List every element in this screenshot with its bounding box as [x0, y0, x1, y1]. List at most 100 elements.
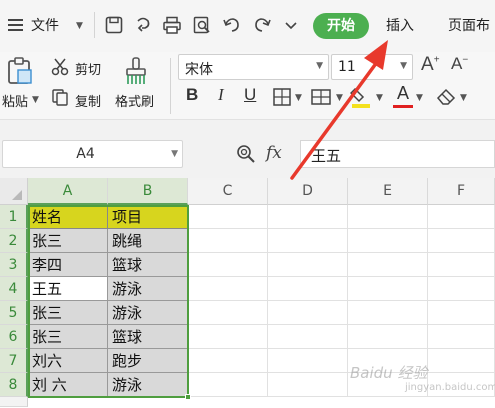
- tab-insert[interactable]: 插入: [386, 15, 414, 35]
- cell-a2[interactable]: 张三: [28, 229, 108, 253]
- row-header-3[interactable]: 3: [0, 253, 28, 277]
- underline-button[interactable]: U: [244, 85, 256, 105]
- save-icon[interactable]: [104, 15, 124, 35]
- zoom-icon[interactable]: [236, 144, 256, 164]
- format-painter-icon[interactable]: [123, 56, 149, 86]
- print-preview-icon[interactable]: [192, 15, 212, 35]
- cell-d4[interactable]: [268, 277, 348, 301]
- cell-a7[interactable]: 刘六: [28, 349, 108, 373]
- cell-d6[interactable]: [268, 325, 348, 349]
- redo-icon[interactable]: [252, 15, 272, 35]
- italic-button[interactable]: I: [218, 85, 224, 105]
- cut-icon[interactable]: [51, 58, 69, 76]
- shrink-font-button[interactable]: A−: [451, 54, 468, 74]
- fill-handle[interactable]: [185, 394, 191, 400]
- row-header-2[interactable]: 2: [0, 229, 28, 253]
- column-header-e[interactable]: E: [348, 178, 428, 205]
- row-header-5[interactable]: 5: [0, 301, 28, 325]
- font-name-select[interactable]: 宋体 ▼: [178, 54, 329, 80]
- cell-fill-icon[interactable]: [310, 87, 332, 107]
- border-icon[interactable]: [272, 87, 292, 107]
- cell-f1[interactable]: [428, 205, 495, 229]
- cell-b4[interactable]: 游泳: [108, 277, 188, 301]
- cell-f6[interactable]: [428, 325, 495, 349]
- cell-d2[interactable]: [268, 229, 348, 253]
- column-header-c[interactable]: C: [188, 178, 268, 205]
- cell-c8[interactable]: [188, 373, 268, 397]
- chevron-down-icon[interactable]: ▼: [460, 93, 467, 103]
- cell-e6[interactable]: [348, 325, 428, 349]
- cell-d1[interactable]: [268, 205, 348, 229]
- undo-history-icon[interactable]: [133, 15, 153, 35]
- cell-b1[interactable]: 项目: [108, 205, 188, 229]
- cell-c6[interactable]: [188, 325, 268, 349]
- undo-icon[interactable]: [222, 15, 242, 35]
- column-header-f[interactable]: F: [428, 178, 495, 205]
- chevron-down-icon[interactable]: ▼: [416, 93, 423, 103]
- cell-a5[interactable]: 张三: [28, 301, 108, 325]
- dropdown-icon[interactable]: [281, 15, 301, 35]
- tab-home[interactable]: 开始: [313, 13, 369, 39]
- cell-c2[interactable]: [188, 229, 268, 253]
- cell-a8[interactable]: 刘 六: [28, 373, 108, 397]
- hamburger-icon[interactable]: [8, 19, 23, 31]
- column-header-b[interactable]: B: [108, 178, 188, 205]
- row-header-partial[interactable]: [0, 397, 28, 407]
- cell-b5[interactable]: 游泳: [108, 301, 188, 325]
- cell-d7[interactable]: [268, 349, 348, 373]
- cell-c4[interactable]: [188, 277, 268, 301]
- cell-e2[interactable]: [348, 229, 428, 253]
- chevron-down-icon[interactable]: ▼: [336, 93, 343, 103]
- column-header-d[interactable]: D: [268, 178, 348, 205]
- cell-d3[interactable]: [268, 253, 348, 277]
- cell-c5[interactable]: [188, 301, 268, 325]
- formula-input[interactable]: 王五: [300, 140, 495, 168]
- print-icon[interactable]: [162, 15, 182, 35]
- chevron-down-icon[interactable]: ▼: [171, 149, 178, 159]
- copy-button[interactable]: 复制: [75, 91, 101, 110]
- cell-d8[interactable]: [268, 373, 348, 397]
- fx-icon[interactable]: fx: [266, 143, 282, 163]
- cell-f3[interactable]: [428, 253, 495, 277]
- row-header-6[interactable]: 6: [0, 325, 28, 349]
- row-header-4[interactable]: 4: [0, 277, 28, 301]
- row-header-1[interactable]: 1: [0, 205, 28, 229]
- cell-a3[interactable]: 李四: [28, 253, 108, 277]
- tab-page-layout[interactable]: 页面布: [448, 15, 490, 35]
- font-size-select[interactable]: 11 ▼: [331, 54, 413, 80]
- cell-c1[interactable]: [188, 205, 268, 229]
- cell-a1[interactable]: 姓名: [28, 205, 108, 229]
- chevron-down-icon[interactable]: ▼: [316, 61, 323, 71]
- font-color-button[interactable]: A: [394, 83, 412, 104]
- select-all-corner[interactable]: [0, 178, 28, 205]
- paste-icon[interactable]: [6, 56, 34, 86]
- cell-e1[interactable]: [348, 205, 428, 229]
- chevron-down-icon[interactable]: ▼: [295, 93, 302, 103]
- cut-button[interactable]: 剪切: [75, 59, 101, 78]
- chevron-down-icon[interactable]: ▼: [400, 61, 407, 71]
- cell-c7[interactable]: [188, 349, 268, 373]
- cell-f7[interactable]: [428, 349, 495, 373]
- name-box[interactable]: A4 ▼: [2, 140, 183, 168]
- row-header-8[interactable]: 8: [0, 373, 28, 397]
- paste-label[interactable]: 粘贴: [2, 91, 28, 110]
- row-header-7[interactable]: 7: [0, 349, 28, 373]
- cell-e3[interactable]: [348, 253, 428, 277]
- cell-f5[interactable]: [428, 301, 495, 325]
- cell-f4[interactable]: [428, 277, 495, 301]
- cell-d5[interactable]: [268, 301, 348, 325]
- format-painter-label[interactable]: 格式刷: [115, 91, 154, 110]
- cell-b7[interactable]: 跑步: [108, 349, 188, 373]
- cell-b6[interactable]: 篮球: [108, 325, 188, 349]
- cell-f2[interactable]: [428, 229, 495, 253]
- chevron-down-icon[interactable]: ▼: [32, 95, 39, 105]
- cell-e5[interactable]: [348, 301, 428, 325]
- cell-b2[interactable]: 跳绳: [108, 229, 188, 253]
- cell-a6[interactable]: 张三: [28, 325, 108, 349]
- highlight-icon[interactable]: [350, 85, 372, 109]
- chevron-down-icon[interactable]: ▼: [376, 93, 383, 103]
- column-header-a[interactable]: A: [28, 178, 108, 205]
- grow-font-button[interactable]: A+: [421, 54, 440, 76]
- bold-button[interactable]: B: [186, 85, 198, 105]
- eraser-icon[interactable]: [435, 86, 457, 106]
